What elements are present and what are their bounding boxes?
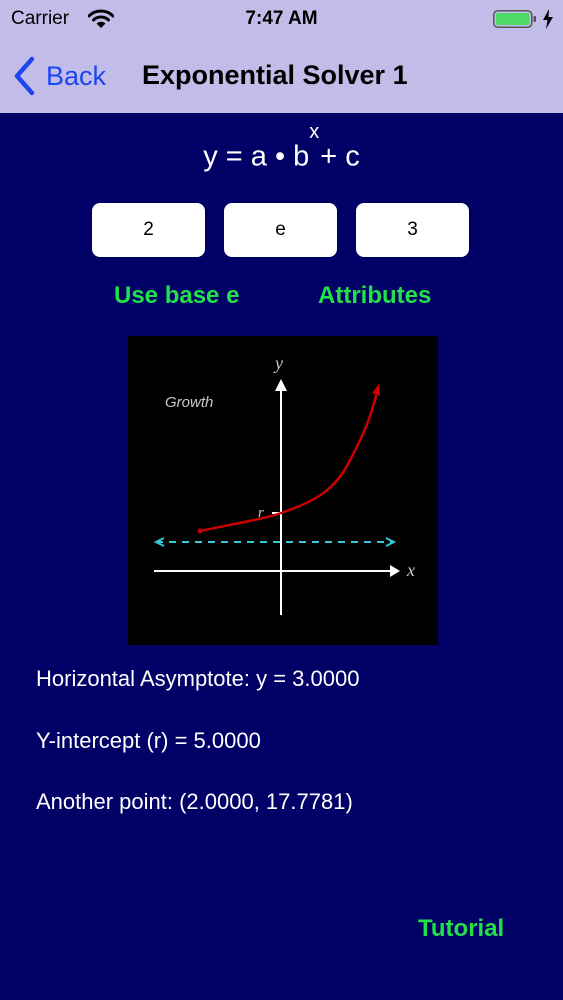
growth-graph: Growth y x r	[128, 336, 438, 645]
use-base-e-button[interactable]: Use base e	[114, 282, 239, 310]
curve-start-point	[197, 528, 203, 534]
formula-exponent: x	[309, 121, 320, 143]
x-axis-label: x	[406, 560, 415, 580]
point-result: Another point: (2.0000, 17.7781)	[36, 789, 353, 814]
intercept-result: Y-intercept (r) = 5.0000	[36, 728, 261, 753]
clock-time: 7:47 AM	[245, 8, 318, 29]
intercept-label: r	[258, 505, 264, 521]
graph-caption: Growth	[165, 394, 213, 411]
page-title: Exponential Solver 1	[142, 60, 408, 90]
charging-bolt-icon	[543, 9, 553, 29]
back-button[interactable]: Back	[12, 54, 106, 98]
param-b-field[interactable]	[224, 203, 337, 257]
asymptote-result: Horizontal Asymptote: y = 3.0000	[36, 666, 360, 691]
param-c-field[interactable]	[356, 203, 469, 257]
navigation-bar: Back Exponential Solver 1	[0, 40, 563, 113]
back-label: Back	[46, 60, 107, 91]
tutorial-button[interactable]: Tutorial	[418, 915, 504, 943]
param-a-field[interactable]	[92, 203, 205, 257]
formula-tail: + c	[320, 140, 360, 173]
chevron-left-icon	[14, 56, 35, 96]
battery-icon	[493, 10, 537, 28]
attributes-button[interactable]: Attributes	[318, 282, 431, 310]
y-axis-label: y	[273, 353, 283, 373]
y-axis-arrow	[275, 379, 287, 391]
status-bar: Carrier 7:47 AM	[0, 0, 563, 40]
formula-base: y = a • b	[203, 140, 310, 173]
header: Carrier 7:47 AM Back Exponential Solver …	[0, 0, 563, 113]
growth-curve	[199, 387, 380, 533]
formula: y = a • bx+ c	[0, 121, 563, 174]
curve-arrow	[372, 384, 380, 396]
x-axis-arrow	[390, 565, 400, 577]
